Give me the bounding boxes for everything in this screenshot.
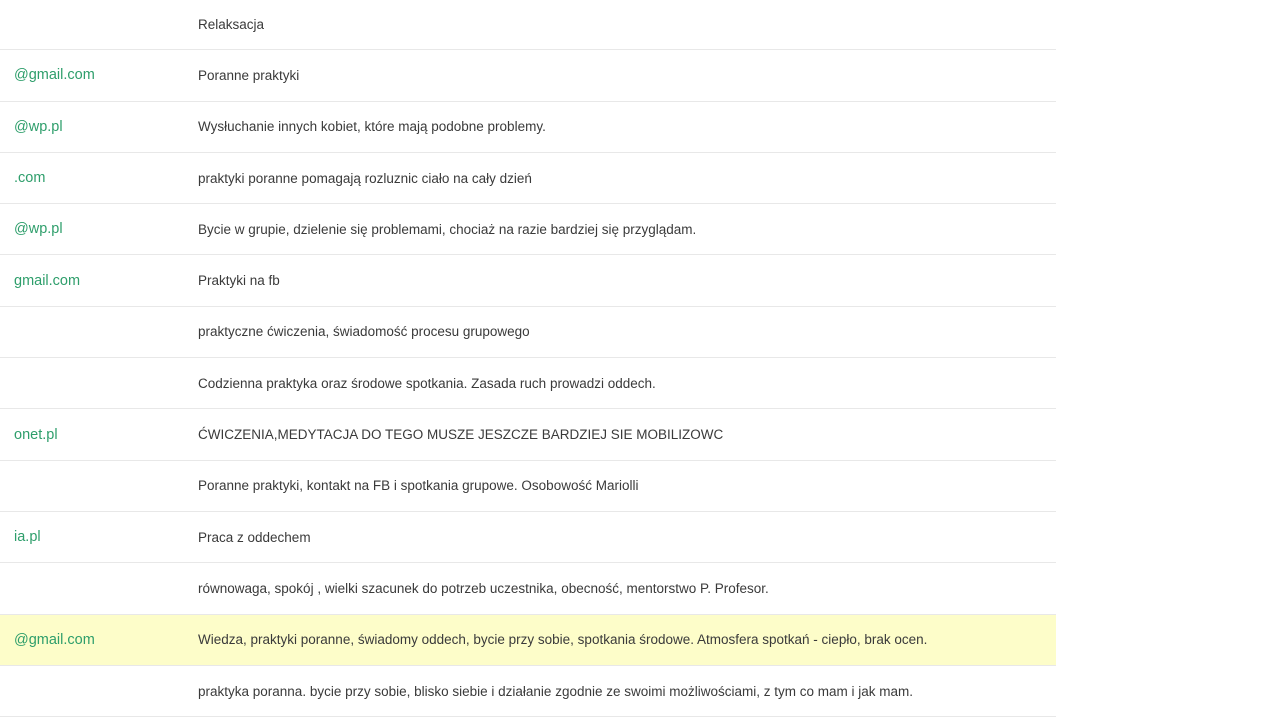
table-row[interactable]: praktyka poranna. bycie przy sobie, blis… (0, 666, 1056, 718)
answer-text: Wysłuchanie innych kobiet, które mają po… (198, 119, 546, 135)
answer-text: praktyczne ćwiczenia, świadomość procesu… (198, 324, 530, 340)
table-row[interactable]: .com praktyki poranne pomagają rozluznic… (0, 153, 1056, 205)
table-row-highlighted[interactable]: @gmail.com Wiedza, praktyki poranne, świ… (0, 614, 1056, 666)
table-row[interactable]: gmail.com Praktyki na fb (0, 255, 1056, 307)
answer-text: Codzienna praktyka oraz środowe spotkani… (198, 375, 656, 391)
table-row[interactable]: @gmail.com Poranne praktyki (0, 50, 1056, 102)
email-link[interactable]: ia.pl (14, 512, 41, 562)
answer-text: Praca z oddechem (198, 529, 311, 545)
answer-text: Wiedza, praktyki poranne, świadomy oddec… (198, 632, 928, 648)
table-row[interactable]: @wp.pl Bycie w grupie, dzielenie się pro… (0, 204, 1056, 256)
email-link[interactable]: gmail.com (14, 255, 80, 305)
table-row[interactable]: praktyczne ćwiczenia, świadomość procesu… (0, 307, 1056, 359)
answer-text: ĆWICZENIA,MEDYTACJA DO TEGO MUSZE JESZCZ… (198, 427, 724, 443)
table-row[interactable]: Codzienna praktyka oraz środowe spotkani… (0, 358, 1056, 410)
answer-text: Poranne praktyki (198, 67, 300, 83)
responses-table: Relaksacja @gmail.com Poranne praktyki @… (0, 0, 1056, 718)
email-link[interactable]: @wp.pl (14, 204, 63, 254)
answer-text: równowaga, spokój , wielki szacunek do p… (198, 580, 769, 596)
table-row[interactable]: Poranne praktyki, kontakt na FB i spotka… (0, 461, 1056, 512)
answer-text: praktyki poranne pomagają rozluznic ciał… (198, 170, 532, 186)
answer-text: Poranne praktyki, kontakt na FB i spotka… (198, 478, 639, 494)
answer-text: Bycie w grupie, dzielenie się problemami… (198, 221, 697, 237)
email-link[interactable]: @gmail.com (14, 50, 95, 100)
table-row[interactable]: @wp.pl Wysłuchanie innych kobiet, które … (0, 102, 1056, 153)
table-row[interactable]: ia.pl Praca z oddechem (0, 512, 1056, 564)
email-link[interactable]: @gmail.com (14, 615, 95, 665)
answer-text: Praktyki na fb (198, 273, 280, 289)
email-link[interactable]: onet.pl (14, 409, 58, 459)
email-link[interactable]: @wp.pl (14, 102, 63, 152)
answer-text: Relaksacja (198, 16, 265, 32)
answer-text: praktyka poranna. bycie przy sobie, blis… (198, 683, 914, 699)
table-row[interactable]: onet.pl ĆWICZENIA,MEDYTACJA DO TEGO MUSZ… (0, 409, 1056, 461)
email-link[interactable]: .com (14, 153, 45, 203)
table-row[interactable]: Relaksacja (0, 0, 1056, 51)
table-row[interactable]: równowaga, spokój , wielki szacunek do p… (0, 563, 1056, 615)
